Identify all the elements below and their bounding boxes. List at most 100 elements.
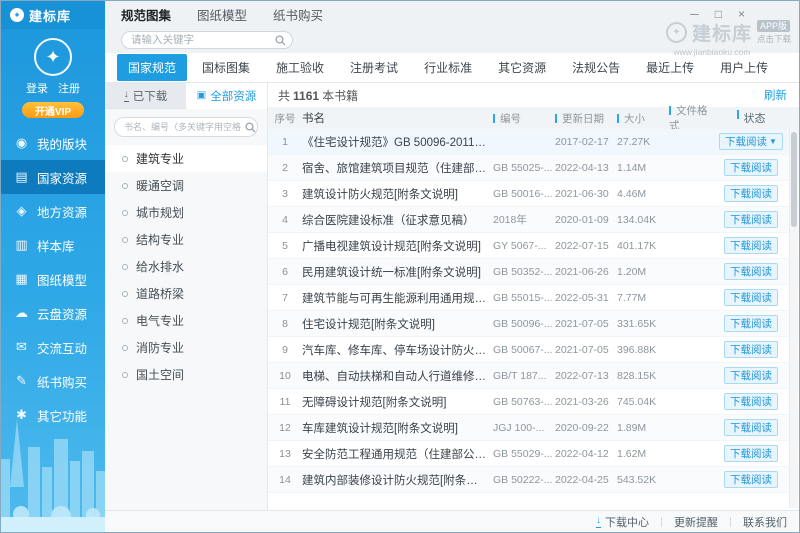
register-link[interactable]: 注册 — [58, 80, 80, 96]
download-read-button[interactable]: 下载阅读 ▼ — [724, 237, 778, 254]
category-tab[interactable]: 法规公告 — [561, 54, 631, 81]
category-item[interactable]: 给水排水 — [105, 253, 267, 280]
refresh-link[interactable]: 刷新 — [764, 87, 787, 103]
category-item[interactable]: 道路桥梁 — [105, 280, 267, 307]
keyword-search[interactable] — [121, 31, 293, 49]
download-read-button[interactable]: 下载阅读 ▼ — [724, 393, 778, 410]
book-title[interactable]: 无障碍设计规范[附条文说明] — [302, 394, 493, 410]
column-header-date[interactable]: 更新日期 — [555, 111, 617, 126]
app-download-watermark[interactable]: ✦ 建标库 APP版 点击下载 www.jianbiaoku.com — [633, 19, 791, 57]
chevron-down-icon[interactable]: ▼ — [769, 137, 777, 146]
column-header-status[interactable]: 状态 — [715, 110, 787, 126]
download-read-button[interactable]: 下载阅读 ▼ — [724, 445, 778, 462]
book-search[interactable] — [114, 117, 258, 137]
book-title[interactable]: 汽车库、修车库、停车场设计防火规范[附条文说明] — [302, 342, 493, 358]
download-read-button[interactable]: 下载阅读 ▼ — [724, 315, 778, 332]
table-row[interactable]: 12 车库建筑设计规范[附条文说明] JGJ 100-... 2020-09-2… — [268, 415, 799, 441]
sidebar-item[interactable]: ◉ 我的版块 — [1, 126, 105, 160]
table-row[interactable]: 3 建筑设计防火规范[附条文说明] GB 50016-... 2021-06-3… — [268, 181, 799, 207]
column-header-title[interactable]: 书名 — [302, 110, 493, 126]
category-item[interactable]: 城市规划 — [105, 199, 267, 226]
table-row[interactable]: 13 安全防范工程通用规范（住建部公开版） GB 55029-... 2022-… — [268, 441, 799, 467]
top-tab[interactable]: 规范图集 — [121, 5, 171, 24]
keyword-search-input[interactable] — [122, 34, 275, 46]
table-row[interactable]: 2 宿舍、旅馆建筑项目规范（住建部公开版） GB 55025-... 2022-… — [268, 155, 799, 181]
column-header-index[interactable]: 序号 — [268, 111, 302, 126]
category-item[interactable]: 建筑专业 — [105, 145, 267, 172]
category-item[interactable]: 消防专业 — [105, 334, 267, 361]
book-title[interactable]: 广播电视建筑设计规范[附条文说明] — [302, 238, 493, 254]
table-row[interactable]: 5 广播电视建筑设计规范[附条文说明] GY 5067-... 2022-07-… — [268, 233, 799, 259]
book-title[interactable]: 建筑内部装修设计防火规范[附条文说明] — [302, 472, 493, 488]
contact-us-link[interactable]: 联系我们 — [743, 514, 787, 530]
book-title[interactable]: 建筑设计防火规范[附条文说明] — [302, 186, 493, 202]
download-read-button[interactable]: 下载阅读 ▼ — [724, 289, 778, 306]
search-icon[interactable] — [275, 34, 286, 46]
sidebar-item[interactable]: ☁ 云盘资源 — [1, 296, 105, 330]
download-read-button[interactable]: 下载阅读 ▼ — [719, 133, 783, 150]
download-read-button[interactable]: 下载阅读 ▼ — [724, 263, 778, 280]
column-header-size[interactable]: 大小 — [617, 111, 669, 126]
download-read-button[interactable]: 下载阅读 ▼ — [724, 185, 778, 202]
sidebar-item[interactable]: ✉ 交流互动 — [1, 330, 105, 364]
table-row[interactable]: 4 综合医院建设标准（征求意见稿） 2018年 2020-01-09 134.0… — [268, 207, 799, 233]
table-row[interactable]: 9 汽车库、修车库、停车场设计防火规范[附条文说明] GB 50067-... … — [268, 337, 799, 363]
top-tab[interactable]: 纸书购买 — [273, 5, 323, 24]
category-item[interactable]: 结构专业 — [105, 226, 267, 253]
book-title[interactable]: 车库建筑设计规范[附条文说明] — [302, 420, 493, 436]
all-resources-tab[interactable]: ▣ 全部资源 — [186, 83, 267, 109]
book-title[interactable]: 宿舍、旅馆建筑项目规范（住建部公开版） — [302, 160, 493, 176]
download-read-button[interactable]: 下载阅读 ▼ — [724, 419, 778, 436]
search-icon[interactable] — [245, 121, 256, 133]
table-row[interactable]: 8 住宅设计规范[附条文说明] GB 50096-... 2021-07-05 … — [268, 311, 799, 337]
login-link[interactable]: 登录 — [26, 80, 48, 96]
watermark-logo-icon: ✦ — [665, 22, 687, 43]
table-row[interactable]: 10 电梯、自动扶梯和自动人行道维修规范 GB/T 187... 2022-07… — [268, 363, 799, 389]
book-title[interactable]: 《住宅设计规范》GB 50096-2011局部修订条文及说... — [302, 134, 493, 150]
table-row[interactable]: 1 《住宅设计规范》GB 50096-2011局部修订条文及说... 2017-… — [268, 129, 799, 155]
book-title[interactable]: 综合医院建设标准（征求意见稿） — [302, 212, 493, 228]
category-tab[interactable]: 施工验收 — [265, 54, 335, 81]
update-reminder-link[interactable]: 更新提醒 — [674, 514, 718, 530]
download-read-button[interactable]: 下载阅读 ▼ — [724, 471, 778, 488]
category-tab[interactable]: 注册考试 — [339, 54, 409, 81]
table-row[interactable]: 6 民用建筑设计统一标准[附条文说明] GB 50352-... 2021-06… — [268, 259, 799, 285]
downloaded-tab[interactable]: ↓ 已下载 — [105, 83, 186, 109]
category-tab[interactable]: 国家规范 — [117, 54, 188, 81]
download-read-button[interactable]: 下载阅读 ▼ — [724, 341, 778, 358]
category-tab[interactable]: 最近上传 — [635, 54, 705, 81]
book-status-cell: 下载阅读 ▼ — [715, 289, 787, 306]
category-tab[interactable]: 行业标准 — [413, 54, 483, 81]
download-center-link[interactable]: ↓ 下载中心 — [596, 514, 649, 530]
open-vip-button[interactable]: 开通VIP — [22, 102, 84, 118]
sidebar-item[interactable]: ▤ 国家资源 — [1, 160, 105, 194]
book-title[interactable]: 电梯、自动扶梯和自动人行道维修规范 — [302, 368, 493, 384]
book-title[interactable]: 住宅设计规范[附条文说明] — [302, 316, 493, 332]
table-row[interactable]: 11 无障碍设计规范[附条文说明] GB 50763-... 2021-03-2… — [268, 389, 799, 415]
sidebar-item[interactable]: ✱ 其它功能 — [1, 398, 105, 432]
sidebar-item[interactable]: ◈ 地方资源 — [1, 194, 105, 228]
book-title[interactable]: 安全防范工程通用规范（住建部公开版） — [302, 446, 493, 462]
top-tab[interactable]: 图纸模型 — [197, 5, 247, 24]
category-tab[interactable]: 国标图集 — [191, 54, 261, 81]
table-row[interactable]: 7 建筑节能与可再生能源利用通用规范[附条文说明] GB 55015-... 2… — [268, 285, 799, 311]
sidebar-item[interactable]: ✎ 纸书购买 — [1, 364, 105, 398]
category-item[interactable]: 暖通空调 — [105, 172, 267, 199]
category-tab[interactable]: 用户上传 — [709, 54, 779, 81]
book-update-date: 2021-07-05 — [555, 317, 609, 330]
category-item[interactable]: 国土空间 — [105, 361, 267, 388]
book-title[interactable]: 民用建筑设计统一标准[附条文说明] — [302, 264, 493, 280]
table-scrollbar[interactable] — [789, 129, 798, 508]
sidebar-item[interactable]: ▦ 图纸模型 — [1, 262, 105, 296]
category-item[interactable]: 电气专业 — [105, 307, 267, 334]
book-search-input[interactable] — [115, 122, 245, 132]
scrollbar-thumb[interactable] — [791, 132, 797, 227]
table-row[interactable]: 14 建筑内部装修设计防火规范[附条文说明] GB 50222-... 2022… — [268, 467, 799, 493]
column-header-code[interactable]: 编号 — [493, 111, 555, 126]
category-tab[interactable]: 其它资源 — [487, 54, 557, 81]
download-read-button[interactable]: 下载阅读 ▼ — [724, 367, 778, 384]
book-title[interactable]: 建筑节能与可再生能源利用通用规范[附条文说明] — [302, 290, 493, 306]
download-read-button[interactable]: 下载阅读 ▼ — [724, 211, 778, 228]
download-read-button[interactable]: 下载阅读 ▼ — [724, 159, 778, 176]
sidebar-item[interactable]: ▥ 样本库 — [1, 228, 105, 262]
